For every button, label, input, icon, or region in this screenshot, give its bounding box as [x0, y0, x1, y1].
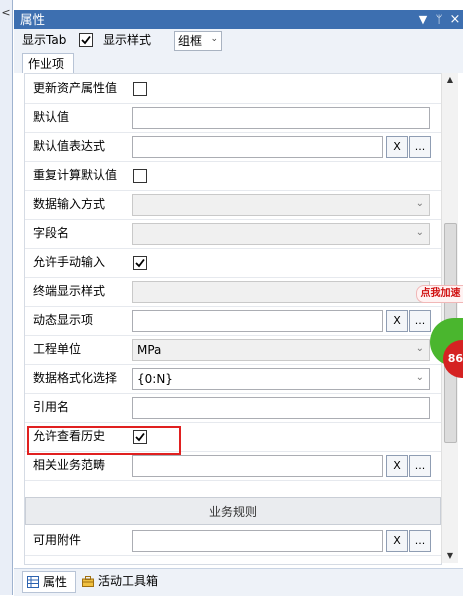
- pin-icon[interactable]: ᛘ: [432, 11, 446, 28]
- property-label: 更新资产属性值: [33, 81, 118, 95]
- close-icon[interactable]: ×: [448, 11, 462, 28]
- scroll-down-arrow-icon[interactable]: ▼: [442, 549, 458, 563]
- recalc-default-checkbox[interactable]: [133, 169, 147, 183]
- browse-button[interactable]: ...: [409, 455, 431, 477]
- tab-properties-label: 属性: [43, 575, 68, 589]
- scroll-up-arrow-icon[interactable]: ▲: [442, 73, 458, 87]
- clear-button[interactable]: X: [386, 136, 408, 158]
- business-scope-input[interactable]: [132, 455, 383, 477]
- clear-button[interactable]: X: [386, 530, 408, 552]
- clear-button[interactable]: X: [386, 455, 408, 477]
- property-label: 引用名: [33, 400, 70, 414]
- manual-input-checkbox[interactable]: [133, 256, 147, 270]
- browse-button[interactable]: ...: [409, 136, 431, 158]
- property-row-recalc-default: 重复计算默认值: [25, 161, 441, 191]
- property-row-reference-name: 引用名: [25, 393, 441, 423]
- tab-activity-toolbox[interactable]: 活动工具箱: [78, 571, 174, 591]
- speed-boost-badge[interactable]: 点我加速: [416, 285, 463, 303]
- input-method-select[interactable]: ⌄: [132, 194, 430, 216]
- checkmark-icon: [81, 35, 91, 45]
- reference-name-input[interactable]: [132, 397, 430, 419]
- field-name-select[interactable]: ⌄: [132, 223, 430, 245]
- browse-button[interactable]: ...: [409, 530, 431, 552]
- engineering-unit-select[interactable]: MPa ⌄: [132, 339, 430, 361]
- properties-grid-icon: [27, 576, 39, 588]
- highlight-annotation-box: [27, 426, 181, 455]
- show-tab-checkbox[interactable]: [79, 33, 93, 47]
- property-label: 相关业务范畴: [33, 458, 106, 472]
- property-row-default-value: 默认值: [25, 103, 441, 133]
- section-title: 业务规则: [208, 505, 257, 519]
- property-row-dynamic-item: 动态显示项 X ...: [25, 306, 441, 336]
- property-row-update-asset: 更新资产属性值: [25, 74, 441, 104]
- bottom-tab-bar: 属性 活动工具箱: [14, 568, 463, 596]
- tab-job-item[interactable]: 作业项: [22, 53, 74, 73]
- terminal-style-select[interactable]: [132, 281, 430, 303]
- property-row-manual-input: 允许手动输入: [25, 248, 441, 278]
- tab-job-item-label: 作业项: [28, 57, 65, 71]
- property-label: 默认值: [33, 110, 70, 124]
- chevron-down-icon: ⌄: [415, 372, 424, 383]
- clear-button[interactable]: X: [386, 310, 408, 332]
- property-row-terminal-style: 终端显示样式: [25, 277, 441, 307]
- default-expression-input[interactable]: [132, 136, 383, 158]
- property-toolbar: 显示Tab 显示样式 组框 ⌄: [14, 29, 463, 52]
- chevron-down-icon: ⌄: [415, 343, 424, 354]
- property-row-data-format: 数据格式化选择 {0:N} ⌄: [25, 364, 441, 394]
- checkmark-icon: [135, 258, 145, 268]
- property-label: 可用附件: [33, 533, 82, 547]
- show-tab-label: 显示Tab: [22, 33, 67, 47]
- display-style-value: 组框: [178, 34, 203, 48]
- property-row-business-scope: 相关业务范畴 X ...: [25, 451, 441, 481]
- dynamic-item-input[interactable]: [132, 310, 383, 332]
- property-grid: 更新资产属性值 默认值 默认值表达式 X ... 重复计算默认值 数据输入方式 …: [24, 73, 442, 565]
- chevron-down-icon: ⌄: [210, 34, 218, 44]
- property-label: 数据输入方式: [33, 197, 106, 211]
- property-row-engineering-unit: 工程单位 MPa ⌄: [25, 335, 441, 365]
- property-label: 工程单位: [33, 342, 82, 356]
- property-label: 动态显示项: [33, 313, 94, 327]
- left-panel-strip: [0, 0, 13, 595]
- section-header-business-rules[interactable]: 业务规则: [25, 497, 441, 525]
- browse-button[interactable]: ...: [409, 310, 431, 332]
- panel-title-bar: 属性 ▼ ᛘ ×: [14, 10, 463, 29]
- default-value-input[interactable]: [132, 107, 430, 129]
- property-row-attachments: 可用附件 X ...: [25, 526, 441, 556]
- property-label: 终端显示样式: [33, 284, 106, 298]
- tab-strip: 作业项: [14, 51, 463, 73]
- chevron-down-icon: ⌄: [415, 198, 424, 209]
- property-label: 重复计算默认值: [33, 168, 118, 182]
- property-label: 数据格式化选择: [33, 371, 118, 385]
- tab-properties[interactable]: 属性: [22, 571, 76, 593]
- data-format-select[interactable]: {0:N} ⌄: [132, 368, 430, 390]
- dropdown-arrow-icon[interactable]: ▼: [416, 11, 430, 28]
- update-asset-checkbox[interactable]: [133, 82, 147, 96]
- property-label: 允许手动输入: [33, 255, 106, 269]
- panel-title: 属性: [20, 12, 46, 27]
- collapse-chevron-icon[interactable]: <: [0, 6, 12, 20]
- property-label: 默认值表达式: [33, 139, 106, 153]
- chevron-down-icon: ⌄: [415, 227, 424, 238]
- display-style-label: 显示样式: [103, 33, 152, 47]
- property-row-input-method: 数据输入方式 ⌄: [25, 190, 441, 220]
- tab-activity-toolbox-label: 活动工具箱: [98, 574, 159, 588]
- attachments-input[interactable]: [132, 530, 383, 552]
- property-row-default-expression: 默认值表达式 X ...: [25, 132, 441, 162]
- display-style-select[interactable]: 组框 ⌄: [174, 31, 222, 51]
- toolbox-icon: [82, 576, 94, 587]
- property-row-field-name: 字段名 ⌄: [25, 219, 441, 249]
- property-label: 字段名: [33, 226, 70, 240]
